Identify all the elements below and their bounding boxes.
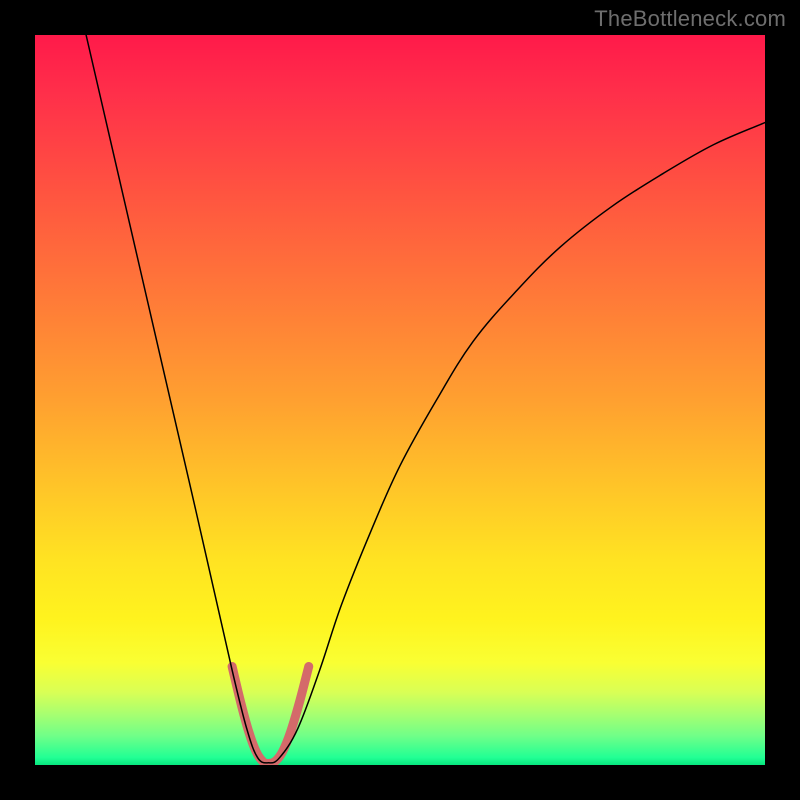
curve-layer bbox=[35, 35, 765, 765]
series-main-curve bbox=[86, 35, 765, 763]
plot-area bbox=[35, 35, 765, 765]
watermark-text: TheBottleneck.com bbox=[594, 6, 786, 32]
chart-frame: TheBottleneck.com bbox=[0, 0, 800, 800]
